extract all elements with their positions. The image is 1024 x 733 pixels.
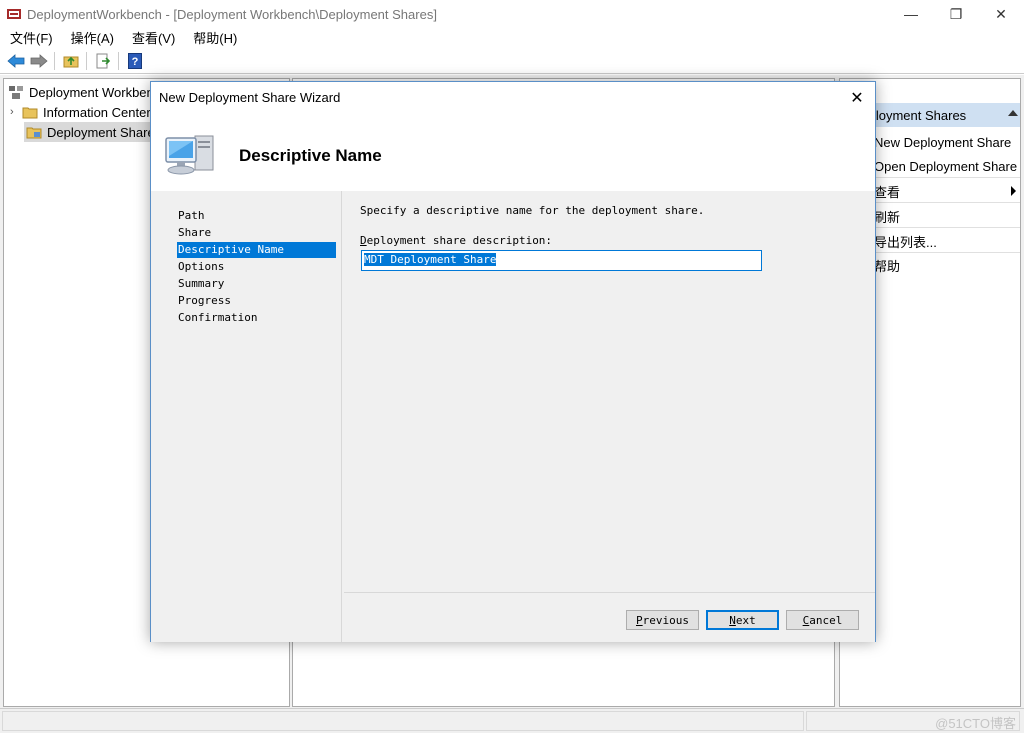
action-separator: [874, 202, 1020, 203]
next-accelerator: N: [729, 613, 736, 627]
step-summary: Summary: [178, 277, 225, 290]
help-icon: ?: [127, 53, 142, 69]
forward-button[interactable]: [27, 50, 50, 72]
action-separator: [874, 227, 1020, 228]
back-arrow-icon: [6, 54, 24, 68]
toolbar-separator: [118, 52, 119, 70]
previous-label: revious: [642, 613, 689, 627]
wizard-footer: Previous Next Cancel: [344, 592, 875, 642]
menu-bar: 文件(F) 操作(A) 查看(V) 帮助(H): [0, 26, 1024, 48]
svg-text:?: ?: [131, 56, 138, 68]
deployment-shares-icon: [26, 127, 42, 139]
wizard-page-heading: Descriptive Name: [239, 146, 382, 165]
watermark: @51CTO博客: [935, 716, 1016, 731]
step-descriptive-name: Descriptive Name: [177, 242, 336, 258]
close-window-button[interactable]: ✕: [978, 0, 1024, 28]
expand-chevron-icon[interactable]: ›: [10, 106, 22, 118]
wizard-steps-list: Path Share Descriptive Name Options Summ…: [151, 191, 342, 642]
help-button[interactable]: ?: [123, 50, 146, 72]
menu-view[interactable]: 查看(V): [122, 28, 183, 47]
wizard-content: Specify a descriptive name for the deplo…: [344, 191, 875, 591]
description-label: Deployment share description:: [360, 234, 552, 247]
menu-file[interactable]: 文件(F): [0, 28, 61, 47]
new-deployment-share-wizard: New Deployment Share Wizard ✕ Descriptiv…: [150, 81, 876, 642]
status-segment: [2, 711, 804, 731]
description-label-accelerator: D: [360, 234, 367, 247]
minimize-button[interactable]: —: [888, 0, 934, 28]
folder-icon: [22, 107, 38, 119]
cancel-accelerator: C: [802, 613, 810, 627]
next-button[interactable]: Next: [706, 610, 779, 630]
computer-icon: [165, 135, 214, 175]
action-label: Open Deployment Share: [874, 158, 1018, 174]
up-folder-button[interactable]: [59, 50, 82, 72]
window-title: DeploymentWorkbench - [Deployment Workbe…: [27, 6, 437, 22]
action-label: 查看: [874, 184, 901, 200]
step-share: Share: [178, 226, 212, 239]
app-icon: [7, 9, 21, 19]
title-bar: DeploymentWorkbench - [Deployment Workbe…: [0, 0, 1024, 28]
status-bar: @51CTO博客: [0, 708, 1024, 733]
action-label: 帮助: [874, 258, 901, 274]
export-icon: [96, 53, 110, 69]
instruction-text: Specify a descriptive name for the deplo…: [360, 204, 705, 217]
tree-root[interactable]: Deployment Workbench: [8, 82, 168, 102]
wizard-title: New Deployment Share Wizard: [159, 90, 341, 105]
previous-accelerator: P: [636, 613, 643, 627]
description-label-text: eployment share description:: [366, 234, 553, 247]
forward-arrow-icon: [30, 54, 48, 68]
action-label: 刷新: [874, 209, 901, 225]
toolbar: ?: [0, 49, 1024, 74]
maximize-button[interactable]: ❐: [933, 0, 979, 28]
export-list-button[interactable]: [91, 50, 114, 72]
menu-help[interactable]: 帮助(H): [183, 28, 245, 47]
cancel-label: ancel: [809, 613, 843, 627]
next-label: ext: [735, 613, 756, 627]
wizard-body: Path Share Descriptive Name Options Summ…: [151, 191, 875, 642]
tree-item-information-center[interactable]: › Information Center: [10, 102, 151, 122]
action-label: New Deployment Share: [874, 134, 1012, 150]
description-input[interactable]: MDT Deployment Share: [361, 250, 762, 271]
toolbar-separator: [86, 52, 87, 70]
previous-button[interactable]: Previous: [626, 610, 699, 630]
menu-action[interactable]: 操作(A): [61, 28, 122, 47]
folder-up-icon: [63, 56, 78, 68]
back-button[interactable]: [4, 50, 27, 72]
tree-item-label: Information Center: [43, 104, 151, 120]
tree-root-label: Deployment Workbench: [29, 84, 168, 100]
description-input-value: MDT Deployment Share: [364, 253, 497, 266]
step-options: Options: [178, 260, 225, 273]
workbench-icon: [9, 86, 23, 99]
step-progress: Progress: [178, 294, 231, 307]
collapse-arrow-icon[interactable]: [1008, 110, 1018, 116]
step-confirmation: Confirmation: [178, 311, 258, 324]
step-path: Path: [178, 209, 205, 222]
tree-item-label: Deployment Shares: [47, 124, 162, 140]
wizard-close-button[interactable]: ✕: [847, 88, 867, 108]
cancel-button[interactable]: Cancel: [786, 610, 859, 630]
toolbar-separator: [54, 52, 55, 70]
submenu-arrow-icon: [1011, 186, 1016, 196]
action-separator: [874, 177, 1020, 178]
action-label: 导出列表...: [874, 234, 937, 250]
